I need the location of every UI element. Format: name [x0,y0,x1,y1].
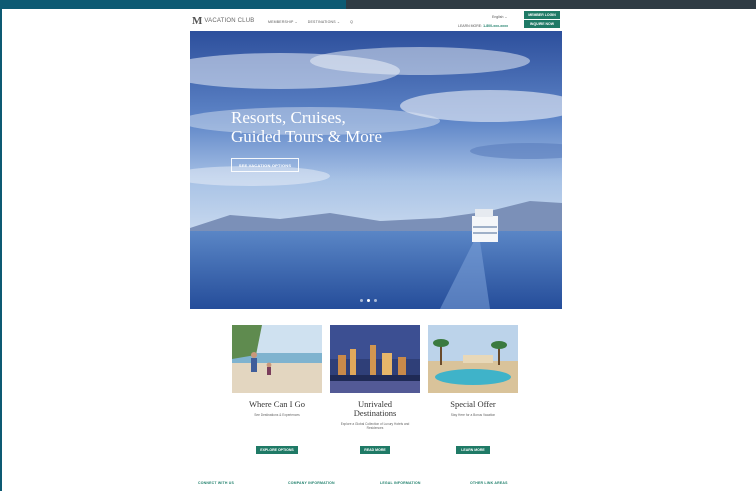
card-unrivaled-destinations: Unrivaled Destinations Explore a Global … [330,325,420,457]
explore-options-button[interactable]: EXPLORE OPTIONS [256,446,298,454]
card-title: Special Offer [450,399,496,409]
nav-destinations[interactable]: DESTINATIONS ⌄ [308,20,340,24]
main-nav: MEMBERSHIP ⌄ DESTINATIONS ⌄ Q [268,20,353,24]
webpage: M VACATION CLUB MEMBERSHIP ⌄ DESTINATION… [190,9,562,491]
phone-number[interactable]: 1-800-xxx-xxxx [483,24,508,28]
phone-info: LEARN MORE: 1-800-xxx-xxxx [458,24,508,28]
card-description: Stay Here for a Bonus Vacation [450,413,496,417]
footer-other[interactable]: OTHER LINK AREAS [470,481,508,485]
card-title: Where Can I Go [249,399,305,409]
card-special-offer: Special Offer Stay Here for a Bonus Vaca… [428,325,518,457]
logo-icon: M [192,15,203,27]
card-where-can-i-go: Where Can I Go See Destinations & Experi… [232,325,322,457]
slide-indicators [360,299,377,302]
inquire-now-button[interactable]: INQUIRE NOW [524,20,560,28]
slide-dot[interactable] [360,299,363,302]
resort-pool-image [428,325,518,393]
card-description: Explore a Global Collection of Luxury Ho… [340,422,410,431]
slide-dot-active[interactable] [367,299,370,302]
site-logo[interactable]: M VACATION CLUB [192,15,255,27]
phone-label: LEARN MORE: [458,24,483,28]
hero-title: Resorts, Cruises, Guided Tours & More [231,108,383,146]
window-edge [0,9,2,491]
read-more-button[interactable]: READ MORE [360,446,390,454]
card-description: See Destinations & Experiences [254,413,300,417]
footer-legal[interactable]: LEGAL INFORMATION [380,481,421,485]
see-vacation-options-button[interactable]: SEE VACATION OPTIONS [231,158,299,172]
nav-membership[interactable]: MEMBERSHIP ⌄ [268,20,298,24]
slide-dot[interactable] [374,299,377,302]
card-title: Unrivaled Destinations [353,399,397,418]
footer-connect[interactable]: CONNECT WITH US [198,481,234,485]
beach-image [232,325,322,393]
city-night-image [330,325,420,393]
hero-banner: Resorts, Cruises, Guided Tours & More SE… [190,31,562,309]
member-login-button[interactable]: MEMBER LOGIN [524,11,560,19]
search-icon[interactable]: Q [350,20,353,24]
browser-top-bar-dark [346,0,756,9]
language-select[interactable]: English ⌄ [492,15,507,19]
site-header: M VACATION CLUB MEMBERSHIP ⌄ DESTINATION… [190,9,562,31]
logo-text: VACATION CLUB [204,18,255,24]
footer-company[interactable]: COMPANY INFORMATION [288,481,335,485]
learn-more-button[interactable]: LEARN MORE [456,446,490,454]
